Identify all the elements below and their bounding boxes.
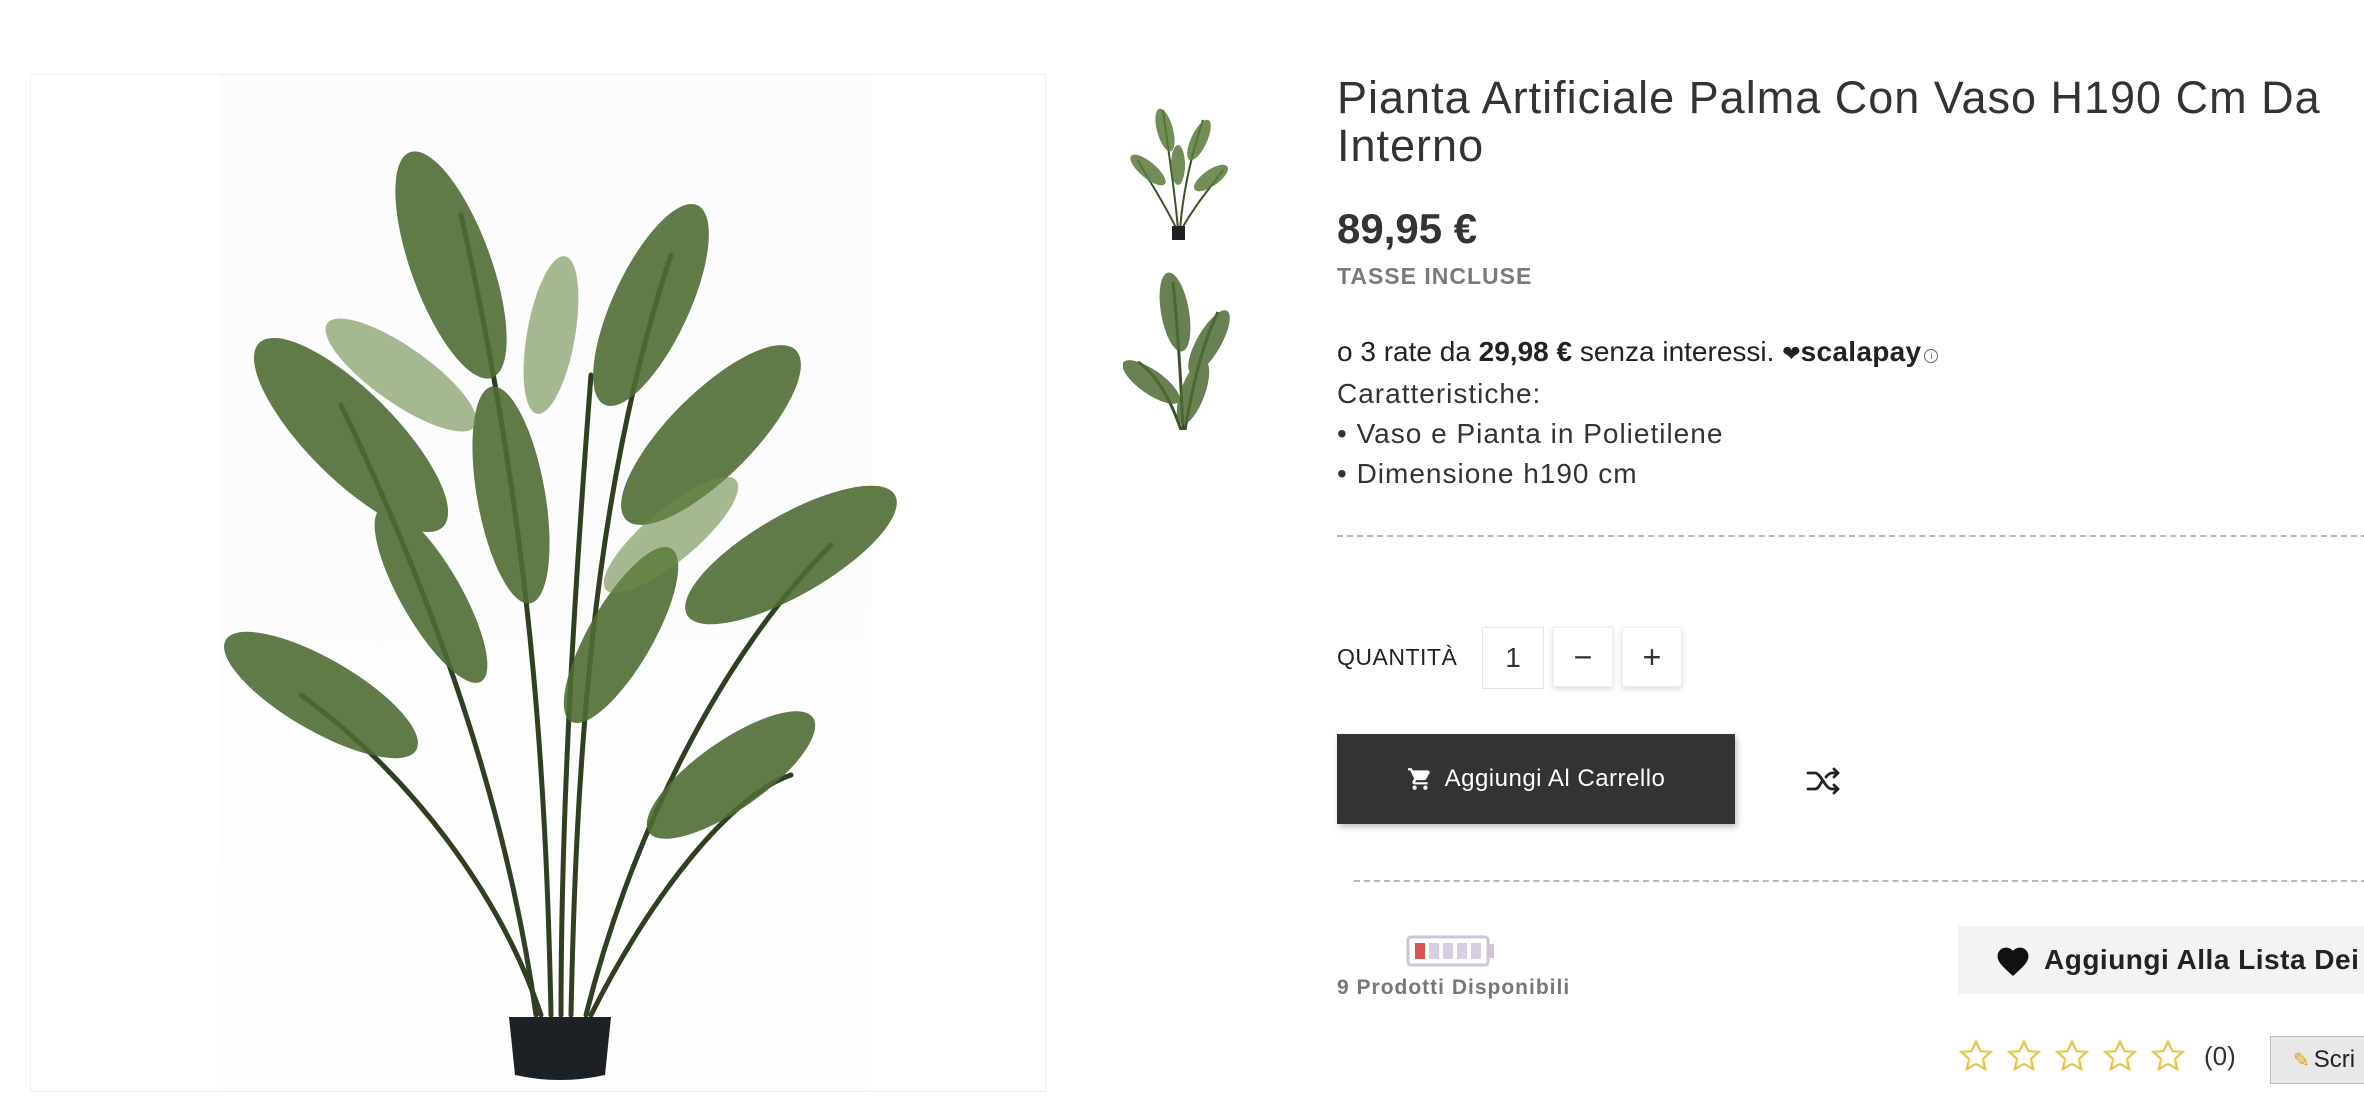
features-heading: Caratteristiche:	[1337, 378, 1542, 409]
product-features: Caratteristiche: • Vaso e Pianta in Poli…	[1337, 374, 1723, 494]
stock-level-battery-icon	[1406, 935, 1494, 967]
pencil-icon: ✎	[2293, 1049, 2310, 1072]
star-outline-icon[interactable]	[2054, 1038, 2090, 1074]
wishlist-label: Aggiungi Alla Lista Dei	[2044, 944, 2360, 975]
thumbnail-plant-closeup-image	[1123, 272, 1230, 430]
add-to-cart-label: Aggiungi Al Carrello	[1444, 765, 1666, 792]
quantity-increase-button[interactable]: +	[1622, 627, 1682, 687]
quantity-label: QUANTITÀ	[1337, 644, 1458, 670]
thumbnail-1[interactable]	[1123, 90, 1233, 248]
quantity-decrease-button[interactable]: −	[1553, 627, 1613, 687]
stock-availability-text: 9 Prodotti Disponibili	[1337, 976, 1571, 999]
thumbnail-plant-image	[1130, 108, 1229, 240]
add-to-cart-button[interactable]: Aggiungi Al Carrello	[1337, 734, 1735, 824]
write-review-button[interactable]: ✎ Scri	[2270, 1036, 2364, 1084]
star-outline-icon[interactable]	[2006, 1038, 2042, 1074]
feature-item: • Vaso e Pianta in Polietilene	[1337, 418, 1724, 449]
product-price: 89,95 €	[1337, 205, 1478, 252]
star-outline-icon[interactable]	[2102, 1038, 2138, 1074]
star-outline-icon[interactable]	[2150, 1038, 2186, 1074]
palm-plant-image	[224, 151, 897, 1080]
tax-label: TASSE INCLUSE	[1337, 263, 1533, 289]
scalapay-suffix: senza interessi.	[1572, 336, 1775, 367]
info-icon[interactable]: i	[1924, 349, 1939, 363]
shuffle-icon[interactable]	[1806, 766, 1842, 796]
quantity-input[interactable]	[1482, 627, 1544, 689]
scalapay-installment-info: o 3 rate da 29,98 € senza interessi. ❤sc…	[1337, 336, 1939, 368]
stock-level-bar	[1443, 943, 1453, 959]
write-review-label: Scri	[2313, 1046, 2356, 1073]
review-count: (0)	[2204, 1040, 2236, 1071]
star-outline-icon[interactable]	[1958, 1038, 1994, 1074]
product-title: Pianta Artificiale Palma Con Vaso H190 C…	[1337, 72, 2321, 171]
stock-level-bar	[1415, 943, 1425, 959]
divider	[1337, 535, 2364, 537]
divider	[1354, 880, 2364, 882]
scalapay-prefix: o 3 rate da	[1337, 336, 1479, 367]
product-rating[interactable]: (0)	[1958, 1038, 2236, 1074]
stock-level-bar	[1429, 943, 1439, 959]
stock-level-bar	[1457, 943, 1467, 959]
feature-item: • Dimensione h190 cm	[1337, 458, 1638, 489]
scalapay-logo: scalapay	[1800, 336, 1922, 367]
add-to-wishlist-button[interactable]: Aggiungi Alla Lista Dei	[1958, 926, 2364, 994]
main-product-image[interactable]	[30, 74, 1046, 1092]
heart-icon	[1997, 947, 2029, 976]
thumbnail-2[interactable]	[1123, 272, 1233, 430]
stock-level-bar	[1471, 943, 1481, 959]
cart-icon	[1407, 768, 1430, 790]
scalapay-installment-amount: 29,98 €	[1478, 336, 1573, 367]
scalapay-heart-icon: ❤	[1782, 341, 1801, 366]
